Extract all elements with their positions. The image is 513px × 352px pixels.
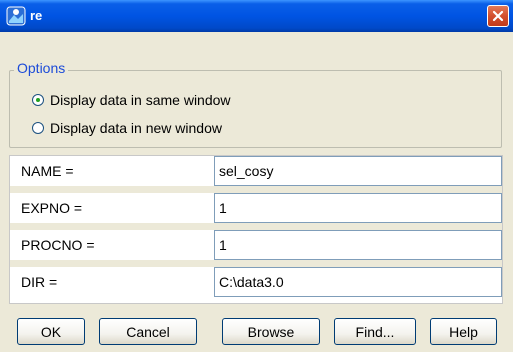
parameter-fields: NAME = EXPNO = PROCNO = DIR =	[9, 155, 503, 304]
radio-label-same-window: Display data in same window	[50, 92, 231, 108]
procno-input[interactable]	[214, 230, 502, 260]
radio-button-unchecked[interactable]	[32, 122, 44, 134]
title-bar[interactable]: re	[0, 0, 513, 32]
options-group	[9, 70, 502, 148]
cancel-button[interactable]: Cancel	[99, 318, 197, 345]
radio-button-checked[interactable]	[32, 94, 44, 106]
name-input[interactable]	[214, 156, 502, 186]
row-separator	[10, 260, 502, 267]
radio-new-window[interactable]: Display data in new window	[32, 120, 222, 136]
radio-label-new-window: Display data in new window	[50, 120, 222, 136]
close-button[interactable]	[487, 5, 509, 27]
procno-label: PROCNO =	[21, 237, 95, 253]
dir-row: DIR =	[10, 267, 502, 297]
find-button[interactable]: Find...	[334, 318, 416, 345]
row-separator	[10, 223, 502, 230]
browse-button[interactable]: Browse	[222, 318, 320, 345]
expno-input[interactable]	[214, 193, 502, 223]
app-icon	[6, 6, 26, 26]
procno-row: PROCNO =	[10, 230, 502, 260]
button-bar: OK Cancel Browse Find... Help	[0, 304, 513, 352]
dir-label: DIR =	[21, 274, 58, 290]
help-button[interactable]: Help	[430, 318, 497, 345]
close-icon	[492, 10, 504, 22]
expno-row: EXPNO =	[10, 193, 502, 223]
row-separator	[10, 186, 502, 193]
window-title: re	[30, 8, 43, 23]
options-legend: Options	[14, 60, 69, 76]
name-label: NAME =	[21, 163, 74, 179]
dialog-window: re Options Display data in same window D…	[0, 0, 513, 352]
expno-label: EXPNO =	[21, 200, 83, 216]
name-row: NAME =	[10, 156, 502, 186]
ok-button[interactable]: OK	[17, 318, 85, 345]
radio-same-window[interactable]: Display data in same window	[32, 92, 231, 108]
dir-input[interactable]	[214, 267, 502, 297]
